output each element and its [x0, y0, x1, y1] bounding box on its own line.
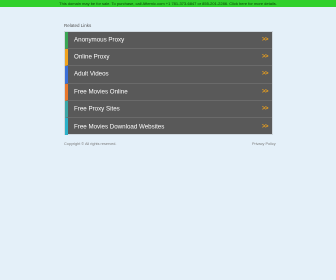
link-label: Free Proxy Sites: [74, 105, 120, 113]
chevron-right-icon: >>: [261, 88, 269, 95]
privacy-policy-link[interactable]: Privacy Policy: [252, 142, 276, 146]
related-link-online-proxy[interactable]: Online Proxy >>: [65, 49, 272, 67]
link-label: Online Proxy: [74, 53, 110, 61]
chevron-right-icon: >>: [261, 71, 269, 78]
chevron-right-icon: >>: [261, 37, 269, 44]
domain-sale-banner[interactable]: This domain may be for sale. To purchase…: [0, 0, 336, 7]
related-link-free-movies-download-websites[interactable]: Free Movies Download Websites >>: [65, 118, 272, 136]
chevron-right-icon: >>: [261, 123, 269, 130]
link-label: Free Movies Download Websites: [74, 123, 165, 131]
copyright-text: Copyright © All rights reserved.: [64, 142, 117, 146]
related-links-list: Anonymous Proxy >> Online Proxy >> Adult…: [64, 31, 273, 136]
related-link-adult-videos[interactable]: Adult Videos >>: [65, 66, 272, 84]
link-label: Anonymous Proxy: [74, 36, 125, 44]
link-label: Free Movies Online: [74, 88, 128, 96]
related-links-title: Related Links: [64, 23, 92, 28]
related-link-anonymous-proxy[interactable]: Anonymous Proxy >>: [65, 32, 272, 50]
related-link-free-proxy-sites[interactable]: Free Proxy Sites >>: [65, 100, 272, 118]
chevron-right-icon: >>: [261, 105, 269, 112]
chevron-right-icon: >>: [261, 54, 269, 61]
link-label: Adult Videos: [74, 70, 109, 78]
related-link-free-movies-online[interactable]: Free Movies Online >>: [65, 83, 272, 101]
